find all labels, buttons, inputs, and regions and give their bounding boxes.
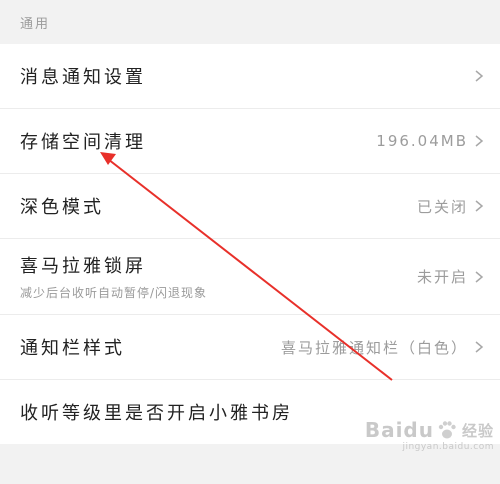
watermark-brand: Baidu xyxy=(364,418,434,442)
row-title: 深色模式 xyxy=(20,197,104,218)
chevron-right-icon xyxy=(475,341,484,353)
section-title: 通用 xyxy=(20,16,51,32)
row-title: 喜马拉雅锁屏 xyxy=(20,256,146,277)
row-title: 消息通知设置 xyxy=(20,67,146,88)
row-notification-bar-style[interactable]: 通知栏样式 喜马拉雅通知栏（白色） xyxy=(0,315,500,380)
row-title: 通知栏样式 xyxy=(20,338,125,359)
chevron-right-icon xyxy=(475,135,484,147)
dark-mode-status: 已关闭 xyxy=(416,197,468,216)
watermark-url: jingyan.baidu.com xyxy=(402,442,494,452)
row-title: 收听等级里是否开启小雅书房 xyxy=(20,403,293,424)
lock-screen-status: 未开启 xyxy=(416,268,468,286)
notification-bar-style-value: 喜马拉雅通知栏（白色） xyxy=(280,338,468,357)
watermark-text: 经验 xyxy=(461,421,494,440)
row-dark-mode[interactable]: 深色模式 已关闭 xyxy=(0,174,500,239)
section-header: 通用 xyxy=(0,0,500,44)
row-lock-screen[interactable]: 喜马拉雅锁屏 减少后台收听自动暂停/闪退现象 未开启 xyxy=(0,239,500,315)
baidu-jingyan-watermark: Baidu 经验 jingyan.baidu.com xyxy=(365,418,494,452)
row-subtitle: 减少后台收听自动暂停/闪退现象 xyxy=(20,286,208,300)
row-notification-settings[interactable]: 消息通知设置 xyxy=(0,44,500,109)
baidu-paw-icon xyxy=(438,421,456,439)
chevron-right-icon xyxy=(475,200,484,212)
chevron-right-icon xyxy=(475,70,484,82)
row-title: 存储空间清理 xyxy=(20,132,146,153)
chevron-right-icon xyxy=(475,270,484,283)
row-storage-cleanup[interactable]: 存储空间清理 196.04MB xyxy=(0,109,500,174)
storage-size-value: 196.04MB xyxy=(376,132,468,150)
settings-list: 消息通知设置 存储空间清理 196.04MB 深色模式 已关闭 喜马拉雅锁屏 减… xyxy=(0,44,500,444)
